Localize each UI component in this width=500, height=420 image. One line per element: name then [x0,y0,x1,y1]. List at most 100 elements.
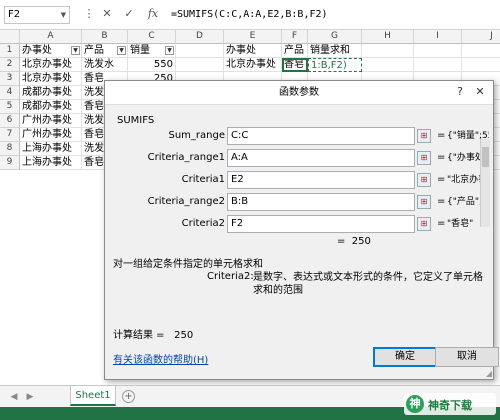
cell-a4[interactable]: 成都办事处 [20,86,82,100]
cell-h2[interactable] [362,58,414,72]
cell-text: 办事处 [22,45,52,56]
name-box[interactable]: F2 ▼ [4,6,70,24]
more-icon[interactable]: ⋮ [82,7,96,21]
collapse-dialog-icon[interactable]: ⊞ [417,151,431,165]
collapse-dialog-icon[interactable]: ⊞ [417,217,431,231]
prev-sheet-icon[interactable]: ◀ [8,391,20,403]
arg-input-3[interactable]: E2 [227,171,415,189]
column-header-d[interactable]: D [176,30,224,44]
cell-text: 洗发 [84,87,104,98]
cell-h1[interactable] [362,44,414,58]
cell-text: 成都办事处 [22,87,72,98]
cell-j1[interactable] [462,44,500,58]
row-header-7[interactable]: 7 [0,128,20,142]
cancel-button[interactable]: 取消 [435,347,499,367]
cell-j2[interactable] [462,58,500,72]
cell-a1[interactable]: 办事处 ▼ [20,44,82,58]
column-header-f[interactable]: F [282,30,308,44]
cell-text: 产品 [284,45,304,56]
cell-c2[interactable]: 550 [128,58,176,72]
cell-text: 上海办事处 [22,143,72,154]
column-header-c[interactable]: C [128,30,176,44]
cell-text: 1:B,F2) [311,60,347,71]
watermark-icon: 神 [406,395,424,413]
cell-text: 香皂 [84,73,104,84]
cell-f1[interactable]: 产品 [282,44,308,58]
args-scrollbar[interactable] [480,139,490,227]
row-header-3[interactable]: 3 [0,72,20,86]
ok-button[interactable]: 确定 [373,347,437,367]
collapse-dialog-icon[interactable]: ⊞ [417,195,431,209]
cell-i1[interactable] [414,44,462,58]
filter-dropdown-icon[interactable]: ▼ [117,46,126,55]
cell-d1[interactable] [176,44,224,58]
cell-b1[interactable]: 产品 ▼ [82,44,128,58]
cancel-icon[interactable]: ✕ [100,7,114,21]
row-header-9[interactable]: 9 [0,156,20,170]
row-header-4[interactable]: 4 [0,86,20,100]
arg-eq: = [437,196,446,207]
arg-input-2[interactable]: A:A [227,149,415,167]
cell-i2[interactable] [414,58,462,72]
cell-g1[interactable]: 销量求和 [308,44,362,58]
cell-c1[interactable]: 销量 ▼ [128,44,176,58]
cell-e1[interactable]: 办事处 [224,44,282,58]
sheet-tab-sheet1[interactable]: Sheet1 [70,386,116,406]
resize-grip-icon[interactable]: ◢ [486,369,492,378]
row-header-8[interactable]: 8 [0,142,20,156]
row-header-5[interactable]: 5 [0,100,20,114]
chevron-down-icon[interactable]: ▼ [61,7,66,23]
cell-b2[interactable]: 洗发水 [82,58,128,72]
arg-eq: = [437,218,446,229]
column-header-e[interactable]: E [224,30,282,44]
next-sheet-icon[interactable]: ▶ [24,391,36,403]
arg-input-1[interactable]: C:C [227,127,415,145]
cell-a9[interactable]: 上海办事处 [20,156,82,170]
cell-d2[interactable] [176,58,224,72]
cell-a5[interactable]: 成都办事处 [20,100,82,114]
scrollbar-thumb[interactable] [482,147,489,167]
close-icon[interactable]: ✕ [473,85,487,99]
enter-icon[interactable]: ✓ [122,7,136,21]
row-header-1[interactable]: 1 [0,44,20,58]
cell-text: 北京办事处 [22,59,72,70]
help-icon[interactable]: ? [453,85,467,99]
cell-g2[interactable]: 1:B,F2) [308,58,362,72]
fx-icon[interactable]: fx [146,7,160,21]
column-header-g[interactable]: G [308,30,362,44]
column-header-b[interactable]: B [82,30,128,44]
column-header-a[interactable]: A [20,30,82,44]
cell-text: 北京办事处 [226,59,276,70]
filter-dropdown-icon[interactable]: ▼ [165,46,174,55]
select-all-corner[interactable] [0,30,20,44]
cell-a3[interactable]: 北京办事处 [20,72,82,86]
collapse-dialog-icon[interactable]: ⊞ [417,173,431,187]
arg-input-5[interactable]: F2 [227,215,415,233]
cell-a6[interactable]: 广州办事处 [20,114,82,128]
column-header-h[interactable]: H [362,30,414,44]
help-link[interactable]: 有关该函数的帮助(H) [113,351,208,366]
return-eq: = [337,236,346,247]
collapse-dialog-icon[interactable]: ⊞ [417,129,431,143]
row-header-6[interactable]: 6 [0,114,20,128]
cell-text: 550 [153,59,173,70]
cell-e2[interactable]: 北京办事处 [224,58,282,72]
arg-description-name: Criteria2: [207,271,254,282]
arg-eq: = [437,174,446,185]
column-header-i[interactable]: I [414,30,462,44]
cell-a8[interactable]: 上海办事处 [20,142,82,156]
add-sheet-icon[interactable]: + [122,390,135,403]
arg-input-4[interactable]: B:B [227,193,415,211]
filter-dropdown-icon[interactable]: ▼ [71,46,80,55]
cell-text: 广州办事处 [22,115,72,126]
cell-f2[interactable]: 香皂 [282,58,308,72]
formula-input[interactable]: =SUMIFS(C:C,A:A,E2,B:B,F2) [168,6,500,24]
column-header-j[interactable]: J [462,30,500,44]
cell-a7[interactable]: 广州办事处 [20,128,82,142]
arg-label: Criteria2 [181,218,225,229]
cell-a2[interactable]: 北京办事处 [20,58,82,72]
cell-text: 上海办事处 [22,157,72,168]
cell-text: 洗发 [84,143,104,154]
watermark-logo: 神 神奇下载 [404,393,496,415]
row-header-2[interactable]: 2 [0,58,20,72]
